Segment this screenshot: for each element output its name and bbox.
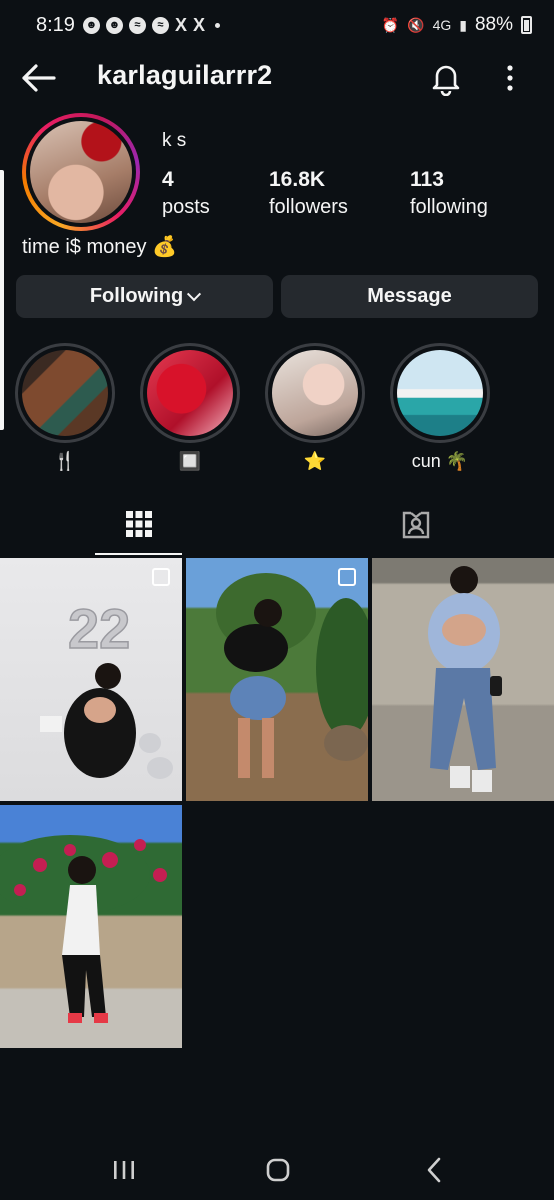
- highlight-cover: [22, 350, 108, 436]
- back-icon[interactable]: [422, 1156, 446, 1184]
- status-time: 8:19: [36, 13, 75, 36]
- signal-icon: ▮: [459, 16, 467, 33]
- posts-stat[interactable]: 4 posts: [162, 168, 210, 219]
- highlight-cover: [147, 350, 233, 436]
- following-count: 113: [410, 168, 444, 191]
- tab-tagged[interactable]: [372, 495, 459, 555]
- notification-bell-icon[interactable]: [428, 60, 464, 96]
- avatar-inner: [26, 117, 136, 227]
- home-icon[interactable]: [266, 1158, 290, 1182]
- highlight-label: 🔲: [178, 451, 202, 471]
- snapchat-icon: ☻: [82, 16, 100, 34]
- edge-indicator: [0, 170, 4, 430]
- balloon-number: 22: [68, 597, 130, 660]
- message-button[interactable]: Message: [281, 275, 538, 318]
- followers-label: followers: [269, 196, 348, 218]
- profile-header: karlaguilarrr2: [0, 50, 554, 106]
- display-name: k s: [162, 130, 187, 151]
- carousel-icon: [338, 568, 356, 586]
- following-stat[interactable]: 113 following: [410, 168, 488, 219]
- following-label: following: [410, 196, 488, 218]
- messenger-icon: ≈: [151, 16, 169, 34]
- alarm-icon: ⏰: [381, 16, 400, 33]
- post-image: 22: [40, 596, 173, 779]
- posts-label: posts: [162, 196, 210, 218]
- followers-stat[interactable]: 16.8K followers: [269, 168, 348, 219]
- highlight-cover: [397, 350, 483, 436]
- tagged-person-icon: [402, 511, 429, 539]
- message-button-label: Message: [367, 285, 452, 307]
- notification-icons: ☻ ☻ ≈ ≈ X X: [82, 14, 220, 35]
- post-image: [428, 566, 502, 792]
- post-image: [216, 573, 368, 778]
- more-options-icon[interactable]: [498, 62, 522, 94]
- highlight-label: ⭐: [303, 451, 327, 471]
- more-notifications-dot-icon: [214, 22, 220, 28]
- story-highlight[interactable]: 🔲: [140, 343, 240, 475]
- grid-icon: [125, 511, 152, 537]
- story-highlight[interactable]: cun 🌴: [390, 343, 490, 475]
- highlight-label: cun 🌴: [411, 451, 469, 471]
- recent-apps-icon[interactable]: [112, 1158, 136, 1182]
- post-thumbnail[interactable]: [372, 558, 554, 801]
- profile-tabs: [0, 495, 554, 555]
- status-right: ⏰ 🔇 4G ▮ 88%: [382, 14, 532, 36]
- highlight-ring: [265, 343, 365, 443]
- carousel-icon: [152, 568, 170, 586]
- post-thumbnail[interactable]: [0, 805, 182, 1048]
- x-icon: X: [174, 14, 187, 35]
- following-button[interactable]: Following: [16, 275, 273, 318]
- post-image: [0, 835, 167, 1023]
- story-highlight[interactable]: ⭐: [265, 343, 365, 475]
- following-button-label: Following: [89, 285, 184, 307]
- snapchat-icon: ☻: [105, 16, 123, 34]
- chevron-down-icon: [187, 286, 202, 301]
- back-arrow-icon[interactable]: [20, 62, 56, 94]
- story-highlight[interactable]: 🍴: [15, 343, 115, 475]
- post-thumbnail[interactable]: [186, 558, 368, 801]
- network-type: 4G: [432, 17, 452, 33]
- highlight-ring: [15, 343, 115, 443]
- messenger-icon: ≈: [128, 16, 146, 34]
- highlight-ring: [140, 343, 240, 443]
- tab-posts-grid[interactable]: [95, 495, 182, 555]
- followers-count: 16.8K: [269, 168, 326, 191]
- highlight-cover: [272, 350, 358, 436]
- post-thumbnail[interactable]: 22: [0, 558, 182, 801]
- profile-avatar[interactable]: [22, 113, 140, 231]
- highlight-ring: [390, 343, 490, 443]
- battery-percent: 88%: [474, 14, 513, 35]
- posts-count: 4: [162, 168, 174, 191]
- system-nav-bar: [0, 1140, 554, 1200]
- profile-username: karlaguilarrr2: [97, 60, 273, 90]
- x-icon: X: [192, 14, 205, 35]
- highlight-label: 🍴: [53, 451, 77, 471]
- profile-bio: time i$ money 💰: [22, 236, 177, 258]
- avatar-image: [30, 121, 132, 223]
- status-bar: 8:19 ☻ ☻ ≈ ≈ X X ⏰ 🔇 4G ▮ 88%: [0, 0, 554, 50]
- battery-icon: [521, 16, 532, 34]
- mute-icon: 🔇: [407, 16, 425, 33]
